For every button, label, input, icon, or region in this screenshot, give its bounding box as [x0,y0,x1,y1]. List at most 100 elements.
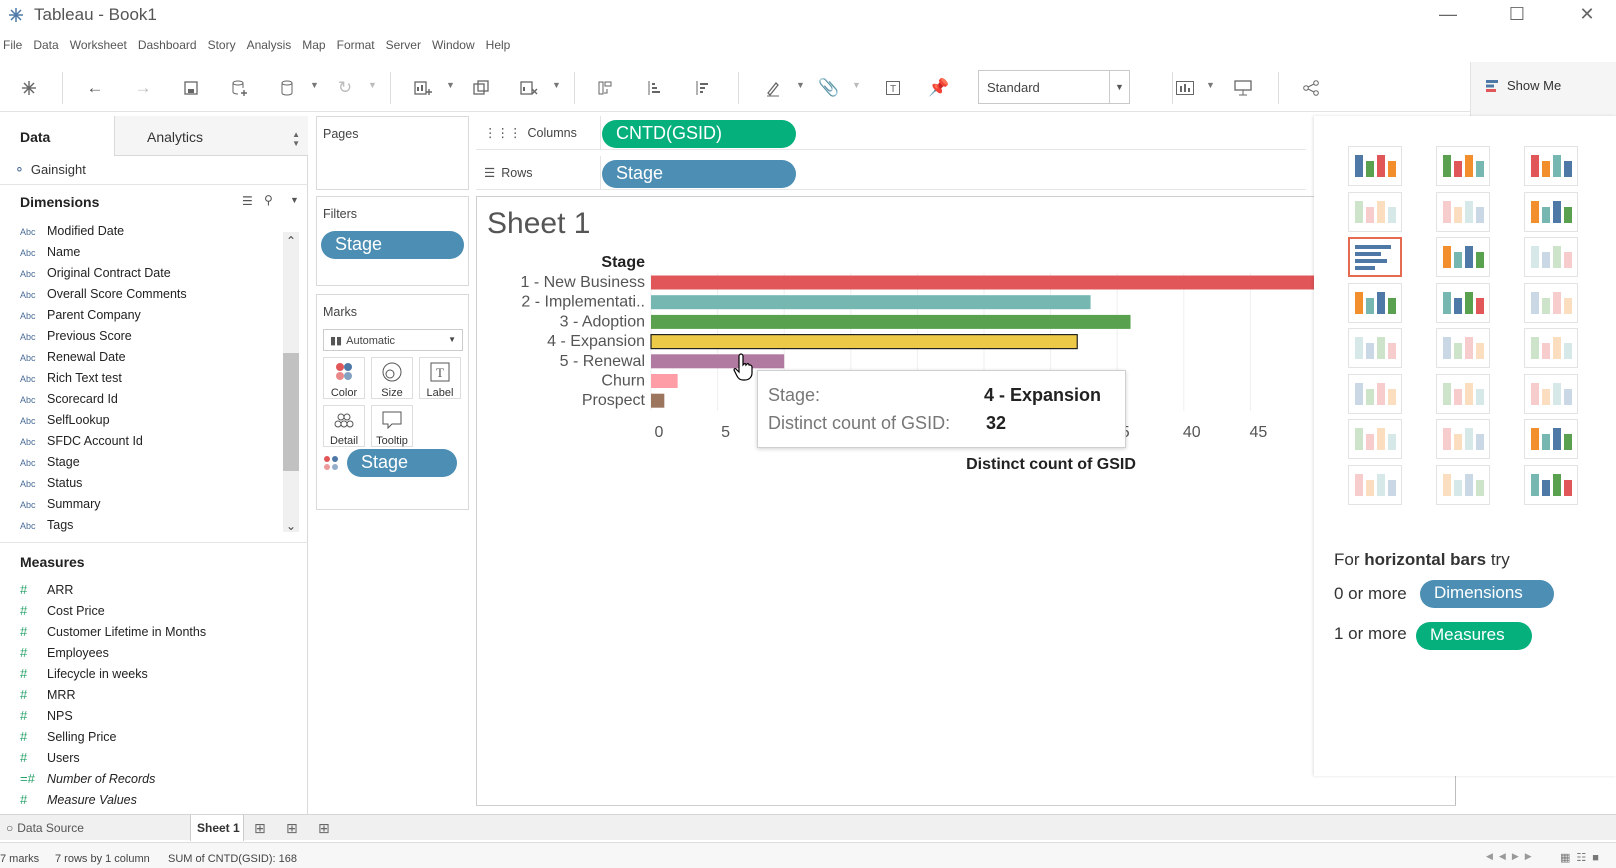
fix-axes-icon[interactable]: 📌 [926,76,952,100]
menu-window[interactable]: Window [429,34,483,52]
measure-field[interactable]: # ARR [20,582,73,602]
scroll-up-icon[interactable]: ⌃ [286,234,296,248]
tab-analytics[interactable]: Analytics ▲ ▼ [114,116,308,156]
search-icon[interactable]: ⚲ [264,193,273,207]
dimension-field[interactable]: Abc Rich Text test [20,371,122,391]
pause-updates-icon[interactable] [274,76,300,100]
dimension-field[interactable]: Abc SelfLookup [20,413,110,433]
dimension-field[interactable]: Abc Scorecard Id [20,392,118,412]
undo-icon[interactable]: ← [82,76,108,100]
minimize-button[interactable]: — [1425,0,1471,30]
new-data-source-icon[interactable] [226,76,252,100]
dimension-field[interactable]: Abc Tags [20,518,73,538]
bar[interactable] [650,333,1078,350]
tab-data[interactable]: Data [0,116,114,156]
tooltip-button[interactable]: Tooltip [371,405,413,447]
measure-field[interactable]: # Customer Lifetime in Months [20,624,206,644]
bar[interactable] [651,374,678,388]
measure-field[interactable]: # Measure Values [20,792,137,812]
chart-type-thumbnail[interactable] [1524,464,1578,505]
menu-worksheet[interactable]: Worksheet [67,34,135,52]
bar[interactable] [651,295,1091,310]
menu-help[interactable]: Help [483,34,519,52]
view-list-icon[interactable]: ☰ [242,194,253,208]
bar[interactable] [651,354,785,369]
new-worksheet-icon[interactable] [410,76,436,100]
size-button[interactable]: Size [371,357,413,399]
dimensions-scrollbar-thumb[interactable] [283,353,299,471]
chart-type-thumbnail[interactable] [1436,282,1490,323]
menu-file[interactable]: File [0,34,30,52]
chart-type-thumbnail[interactable] [1348,191,1402,232]
new-story-tab-icon[interactable]: ⊞ [318,820,330,837]
detail-button[interactable]: Detail [323,405,365,447]
dimension-field[interactable]: Abc Modified Date [20,224,124,244]
sheet-tab-sheet1[interactable]: Sheet 1 [190,815,244,841]
menu-data[interactable]: Data [30,34,66,52]
chevron-down-icon[interactable]: ▼ [1109,71,1129,103]
chart-type-thumbnail[interactable] [1348,373,1402,414]
chart-type-thumbnail[interactable] [1524,191,1578,232]
chart-type-thumbnail[interactable] [1436,373,1490,414]
filter-pill-stage[interactable]: Stage [321,231,464,259]
redo-icon[interactable]: → [130,76,156,100]
menu-story[interactable]: Story [205,34,244,52]
data-source-item[interactable]: ⚬ Gainsight [14,162,86,178]
color-pill-stage[interactable]: Stage [347,449,457,477]
chart-type-thumbnail[interactable] [1348,282,1402,323]
chart-type-thumbnail[interactable] [1348,328,1402,368]
new-dashboard-tab-icon[interactable]: ⊞ [286,820,298,837]
dimensions-menu-dropdown-icon[interactable]: ▼ [290,195,299,205]
chart-type-thumbnail[interactable] [1348,146,1402,186]
new-worksheet-dropdown-icon[interactable]: ▼ [446,80,455,90]
menu-format[interactable]: Format [334,34,383,52]
chart-type-thumbnail[interactable] [1436,328,1490,368]
dimension-field[interactable]: Abc Parent Company [20,308,141,328]
measure-field[interactable]: # Users [20,750,80,770]
bar[interactable] [651,275,1317,290]
rows-pill-stage[interactable]: Stage [602,160,796,188]
columns-pill-cntd-gsid[interactable]: CNTD(GSID) [602,120,796,148]
group-dropdown-icon[interactable]: ▼ [852,80,861,90]
close-button[interactable]: ✕ [1564,0,1610,30]
menu-server[interactable]: Server [383,34,429,52]
view-mode-icons[interactable]: ▦☷■ [1560,851,1605,864]
mark-type-select[interactable]: ▮▮ Automatic ▼ [323,329,463,351]
group-members-icon[interactable]: 📎 [816,76,842,100]
clear-sheet-dropdown-icon[interactable]: ▼ [552,80,561,90]
chart-type-thumbnail[interactable] [1436,237,1490,277]
maximize-button[interactable]: ☐ [1494,0,1540,30]
show-mark-labels-icon[interactable]: T [880,76,906,100]
show-me-button[interactable]: Show Me [1470,62,1616,116]
pause-updates-dropdown-icon[interactable]: ▼ [310,80,319,90]
measure-field[interactable]: # Employees [20,645,109,665]
measure-field[interactable]: =# Number of Records [20,771,155,791]
measure-field[interactable]: # Selling Price [20,729,116,749]
chart-type-thumbnail[interactable] [1524,419,1578,459]
swap-rows-columns-icon[interactable] [592,76,618,100]
dimension-field[interactable]: Abc SFDC Account Id [20,434,143,454]
measure-field[interactable]: # MRR [20,687,75,707]
chart-type-thumbnail[interactable] [1524,328,1578,368]
share-icon[interactable] [1298,76,1324,100]
measure-field[interactable]: # NPS [20,708,73,728]
bar[interactable] [651,314,1131,329]
sort-ascending-icon[interactable] [640,76,666,100]
dimension-field[interactable]: Abc Stage [20,455,80,475]
chart-type-thumbnail[interactable] [1524,237,1578,277]
measure-field[interactable]: # Lifecycle in weeks [20,666,148,686]
menu-map[interactable]: Map [299,34,333,52]
dimension-field[interactable]: Abc Original Contract Date [20,266,171,286]
tableau-home-icon[interactable] [16,76,42,100]
measure-field[interactable]: # Cost Price [20,603,105,623]
chart-type-thumbnail[interactable] [1524,282,1578,323]
duplicate-sheet-icon[interactable] [468,76,494,100]
color-button[interactable]: Color [323,357,365,399]
chart-type-thumbnail[interactable] [1436,146,1490,186]
bar-chart[interactable]: Stage 1 - New Business 2 - Implementati.. 3… [477,247,1317,487]
dimension-field[interactable]: Abc Renewal Date [20,350,126,370]
presentation-mode-icon[interactable] [1230,76,1256,100]
menu-analysis[interactable]: Analysis [244,34,300,52]
refresh-dropdown-icon[interactable]: ▼ [368,80,377,90]
bar[interactable] [651,393,665,408]
